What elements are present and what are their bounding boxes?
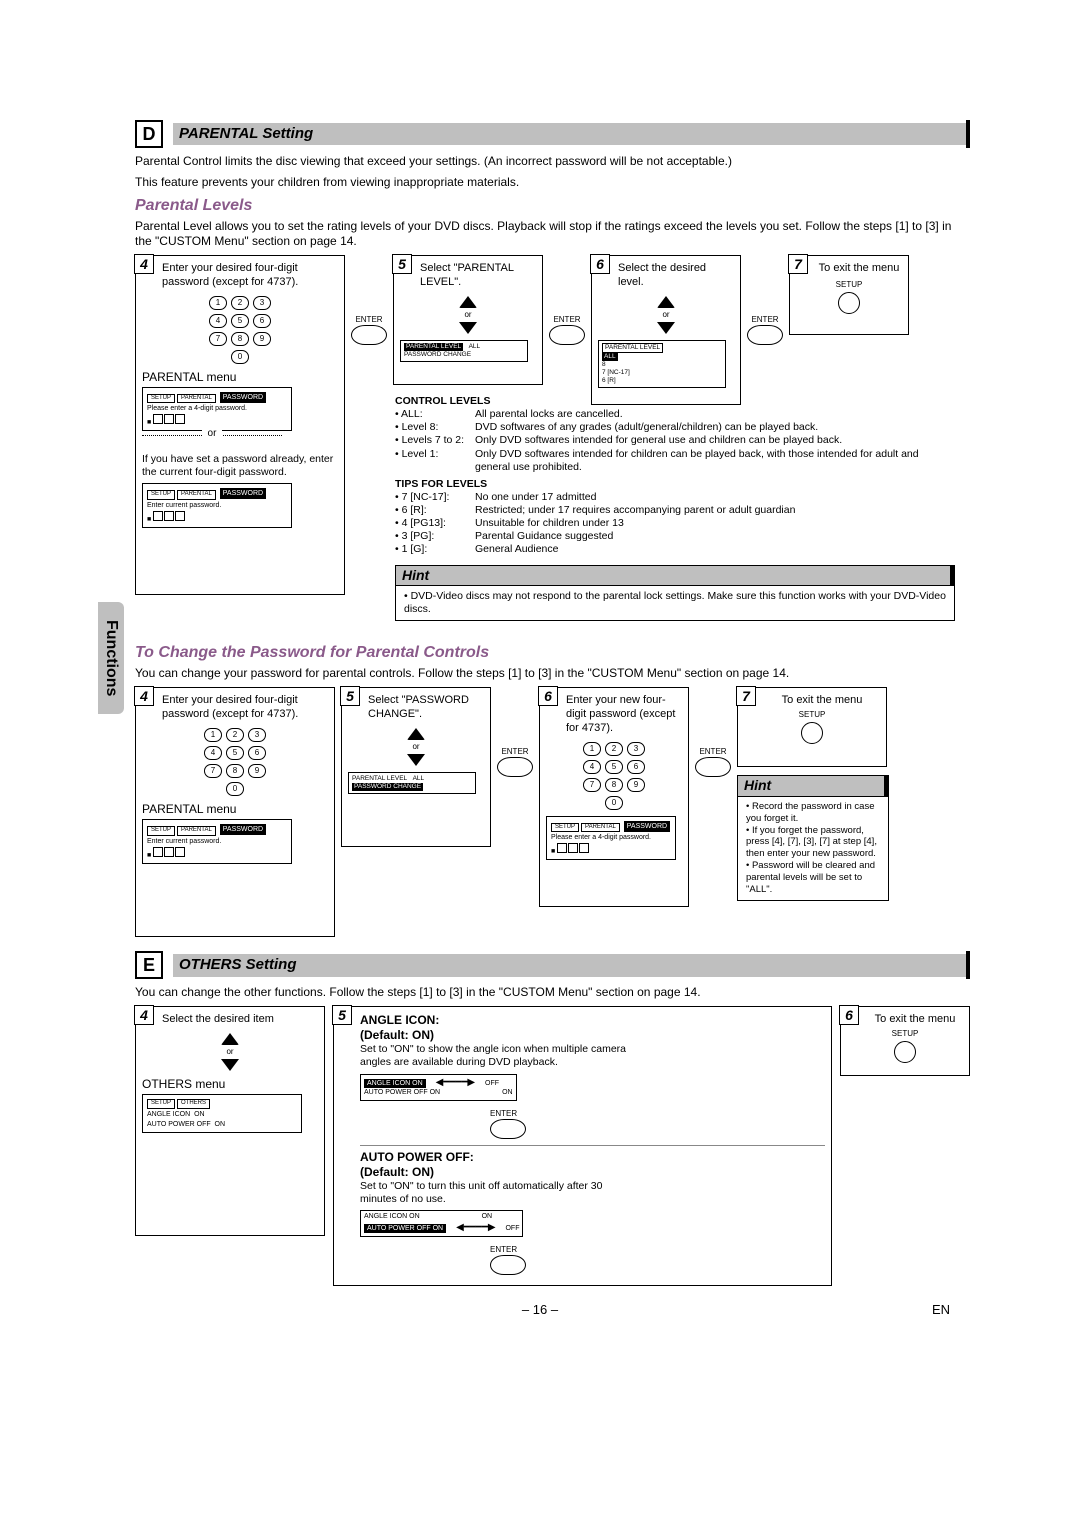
pw-step-4-box: 4 Enter your desired four-digit password…: [135, 687, 335, 937]
hint-body-2: • Record the password in case you forget…: [738, 797, 888, 900]
step-number: 4: [134, 254, 154, 274]
osd-parental-current: SETUPPARENTAL PASSWORD Enter current pas…: [142, 483, 292, 528]
osd-level-select: PARENTAL LEVEL ALL PASSWORD CHANGE: [400, 340, 528, 362]
control-levels-title: CONTROL LEVELS: [395, 395, 490, 407]
others-step5-box: 5 ANGLE ICON: (Default: ON) Set to "ON" …: [333, 1006, 832, 1286]
up-down-icon: or: [598, 296, 734, 334]
menu-label: PARENTAL menu: [142, 370, 338, 385]
pw-step-6-box: 6 Enter your new four-digit password (ex…: [539, 687, 689, 907]
menu-label: PARENTAL menu: [142, 802, 328, 817]
lang-label: EN: [932, 1302, 950, 1318]
section-d-header: D PARENTAL Setting: [135, 120, 970, 148]
menu-label: OTHERS menu: [142, 1077, 318, 1092]
step-6-text: Select the desired level.: [618, 262, 734, 290]
intro-text: Parental Control limits the disc viewing…: [135, 154, 970, 169]
up-down-icon: or: [400, 296, 536, 334]
or-divider: or: [142, 435, 282, 449]
keypad-icon: 123 456 789 0: [142, 728, 328, 796]
step-5-box: 5 Select "PARENTAL LEVEL". or PARENTAL L…: [393, 255, 543, 385]
step-7-box: 7 To exit the menu SETUP: [789, 255, 909, 335]
step-number: 7: [736, 686, 756, 706]
up-down-icon: or: [142, 1033, 318, 1071]
section-letter-e: E: [135, 951, 163, 979]
hint-heading: Hint: [396, 566, 954, 587]
control-levels-block: CONTROL LEVELS • ALL:All parental locks …: [395, 395, 955, 621]
section-title-e: OTHERS Setting: [173, 954, 966, 977]
hint-heading: Hint: [738, 776, 888, 797]
others-step6-box: 6 To exit the menu SETUP: [840, 1006, 970, 1076]
enter-button-icon: ENTER: [351, 315, 387, 345]
side-tab-functions: Functions: [98, 602, 124, 714]
enter-button-icon: ENTER: [490, 1245, 825, 1275]
apo-heading: AUTO POWER OFF:: [360, 1150, 474, 1164]
apo-desc: Set to "ON" to turn this unit off automa…: [360, 1180, 640, 1206]
step-number: 4: [134, 686, 154, 706]
others-step4-text: Select the desired item: [162, 1013, 318, 1027]
angle-table: ANGLE ICON ON ◀━━━━▶ OFF AUTO POWER OFF …: [360, 1074, 517, 1101]
step-number: 5: [392, 254, 412, 274]
page-number: – 16 –: [0, 1302, 1080, 1318]
page: Functions D PARENTAL Setting Parental Co…: [0, 0, 1080, 1528]
others-flow: 4 Select the desired item or OTHERS menu…: [135, 1006, 970, 1286]
subheading-password-change: To Change the Password for Parental Cont…: [135, 643, 970, 664]
step-4-text: Enter your desired four-digit password (…: [162, 262, 338, 290]
pw-step-7-col: 7 To exit the menu SETUP Hint • Record t…: [737, 687, 897, 901]
up-down-icon: or: [348, 728, 484, 766]
pw-step-6-text: Enter your new four-digit password (exce…: [566, 694, 682, 735]
osd-pw-current: SETUPPARENTAL PASSWORD Enter current pas…: [142, 819, 292, 864]
osd-level-list: PARENTAL LEVEL ALL 8 7 [NC-17] 6 [R]: [598, 340, 726, 389]
step-4-alt: If you have set a password already, ente…: [142, 453, 338, 479]
enter-button-icon: ENTER: [490, 1109, 825, 1139]
hint-body: • DVD-Video discs may not respond to the…: [396, 586, 954, 620]
keypad-icon: 123 456 789 0: [546, 742, 682, 810]
pw-intro: You can change your password for parenta…: [135, 666, 970, 681]
pw-step-7-box: 7 To exit the menu SETUP: [737, 687, 887, 767]
others-step4-box: 4 Select the desired item or OTHERS menu…: [135, 1006, 325, 1236]
step-6-box: 6 Select the desired level. or PARENTAL …: [591, 255, 741, 405]
tips-for-levels-title: TIPS FOR LEVELS: [395, 478, 955, 491]
pw-step-4-text: Enter your desired four-digit password (…: [162, 694, 328, 722]
apo-table: ANGLE ICON ON ON AUTO POWER OFF ON ◀━━━━…: [360, 1210, 523, 1237]
step-number: 5: [332, 1005, 352, 1025]
step-number: 6: [538, 686, 558, 706]
others-step6-text: To exit the menu: [867, 1013, 963, 1027]
setup-button-icon: SETUP: [847, 1029, 963, 1063]
keypad-icon: 123 456 789 0: [142, 296, 338, 364]
enter-button-icon: ENTER: [747, 315, 783, 345]
osd-others: SETUPOTHERS ANGLE ICON ON AUTO POWER OFF…: [142, 1094, 302, 1133]
step-4-box: 4 Enter your desired four-digit password…: [135, 255, 345, 595]
setup-button-icon: SETUP: [796, 280, 902, 314]
others-intro: You can change the other functions. Foll…: [135, 985, 970, 1000]
step-number: 6: [590, 254, 610, 274]
enter-button-icon: ENTER: [497, 747, 533, 777]
setup-button-icon: SETUP: [744, 710, 880, 744]
enter-button-icon: ENTER: [695, 747, 731, 777]
hint-box-2: Hint • Record the password in case you f…: [737, 775, 889, 901]
steps-row-pw: 4 Enter your desired four-digit password…: [135, 687, 970, 937]
osd-pw-change-select: PARENTAL LEVEL ALL PASSWORD CHANGE: [348, 772, 476, 794]
step-number: 6: [839, 1005, 859, 1025]
intro-text2: This feature prevents your children from…: [135, 175, 970, 190]
pw-step-5-text: Select "PASSWORD CHANGE".: [368, 694, 484, 722]
step-number: 7: [788, 254, 808, 274]
step-7-text: To exit the menu: [816, 262, 902, 276]
step-number: 4: [134, 1005, 154, 1025]
section-title-d: PARENTAL Setting: [173, 123, 966, 146]
pw-step-7-text: To exit the menu: [764, 694, 880, 708]
enter-button-icon: ENTER: [549, 315, 585, 345]
section-e-header: E OTHERS Setting: [135, 951, 970, 979]
angle-icon-desc: Set to "ON" to show the angle icon when …: [360, 1043, 640, 1069]
levels-intro: Parental Level allows you to set the rat…: [135, 219, 970, 249]
hint-box: Hint • DVD-Video discs may not respond t…: [395, 565, 955, 622]
section-letter-d: D: [135, 120, 163, 148]
angle-icon-heading: ANGLE ICON:: [360, 1013, 439, 1027]
angle-icon-default: (Default: ON): [360, 1028, 434, 1042]
pw-step-5-box: 5 Select "PASSWORD CHANGE". or PARENTAL …: [341, 687, 491, 847]
step-5-text: Select "PARENTAL LEVEL".: [420, 262, 536, 290]
osd-parental-enter: SETUPPARENTAL PASSWORD Please enter a 4-…: [142, 387, 292, 432]
step-number: 5: [340, 686, 360, 706]
osd-pw-enter-new: SETUPPARENTAL PASSWORD Please enter a 4-…: [546, 816, 676, 861]
apo-default: (Default: ON): [360, 1165, 434, 1179]
subheading-parental-levels: Parental Levels: [135, 196, 970, 217]
